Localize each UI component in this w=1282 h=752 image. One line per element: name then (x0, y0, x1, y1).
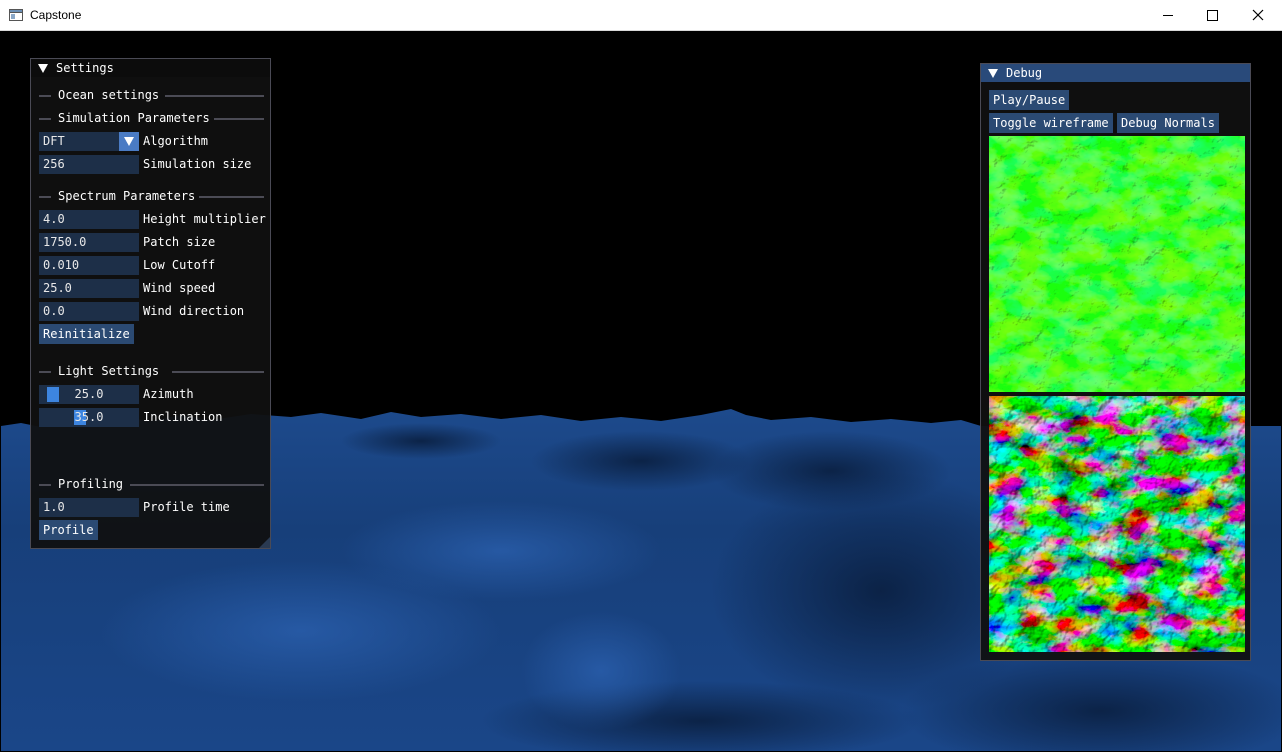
settings-title-bar[interactable]: Settings (31, 59, 270, 77)
light-settings-label: Light Settings (58, 364, 160, 378)
inclination-slider[interactable]: 35.0 (39, 408, 139, 427)
close-icon (1252, 9, 1264, 21)
debug-panel: Debug Play/Pause Toggle wireframe Debug … (980, 63, 1251, 661)
ocean-settings-separator: Ocean settings (39, 88, 264, 102)
reinitialize-button[interactable]: Reinitialize (39, 324, 134, 344)
settings-panel: Settings Ocean settings Simulation Param… (30, 58, 271, 549)
profiling-label: Profiling (58, 477, 124, 491)
inclination-value: 35.0 (74, 410, 104, 424)
patch-size-input[interactable]: 1750.0 (39, 233, 139, 252)
height-multiplier-label: Height multiplier (143, 212, 266, 226)
wind-direction-label: Wind direction (143, 304, 245, 318)
maximize-button[interactable] (1190, 0, 1236, 30)
algorithm-combo[interactable]: DFT (39, 132, 139, 151)
settings-title: Settings (56, 61, 114, 75)
minimize-icon (1163, 15, 1173, 16)
wind-speed-input[interactable]: 25.0 (39, 279, 139, 298)
resize-grip[interactable] (259, 537, 270, 548)
chevron-down-icon[interactable] (119, 132, 139, 151)
window-title: Capstone (30, 8, 82, 22)
collapse-arrow-icon[interactable] (38, 64, 48, 73)
simulation-size-input[interactable]: 256 (39, 155, 139, 174)
profile-button[interactable]: Profile (39, 520, 98, 540)
simulation-size-label: Simulation size (143, 157, 252, 171)
azimuth-slider[interactable]: 25.0 (39, 385, 139, 404)
simulation-parameters-separator: Simulation Parameters (39, 111, 264, 125)
minimize-button[interactable] (1145, 0, 1191, 30)
light-settings-separator: Light Settings (39, 364, 264, 378)
wind-speed-label: Wind speed (143, 281, 216, 295)
window-title-bar: Capstone (0, 0, 1282, 31)
debug-normals-button[interactable]: Debug Normals (1117, 113, 1219, 133)
app-window-icon (9, 9, 23, 21)
profile-time-label: Profile time (143, 500, 230, 514)
toggle-wireframe-button[interactable]: Toggle wireframe (989, 113, 1113, 133)
algorithm-label: Algorithm (143, 134, 209, 148)
profiling-separator: Profiling (39, 477, 264, 491)
profile-time-input[interactable]: 1.0 (39, 498, 139, 517)
close-button[interactable] (1236, 0, 1282, 30)
spectrum-parameters-label: Spectrum Parameters (58, 189, 196, 203)
play-pause-button[interactable]: Play/Pause (989, 90, 1070, 110)
ocean-settings-label: Ocean settings (58, 88, 160, 102)
spectrum-parameters-separator: Spectrum Parameters (39, 189, 264, 203)
azimuth-value: 25.0 (74, 387, 104, 401)
low-cutoff-label: Low Cutoff (143, 258, 216, 272)
patch-size-label: Patch size (143, 235, 216, 249)
debug-title: Debug (1006, 66, 1043, 80)
wind-direction-input[interactable]: 0.0 (39, 302, 139, 321)
collapse-arrow-icon[interactable] (988, 69, 998, 78)
low-cutoff-input[interactable]: 0.010 (39, 256, 139, 275)
debug-title-bar[interactable]: Debug (981, 64, 1250, 82)
normal-map-texture (989, 136, 1245, 392)
simulation-parameters-label: Simulation Parameters (58, 111, 210, 125)
inclination-label: Inclination (143, 410, 223, 424)
algorithm-value: DFT (43, 134, 65, 148)
maximize-icon (1207, 10, 1218, 21)
displacement-texture (989, 396, 1245, 652)
azimuth-label: Azimuth (143, 387, 194, 401)
height-multiplier-input[interactable]: 4.0 (39, 210, 139, 229)
